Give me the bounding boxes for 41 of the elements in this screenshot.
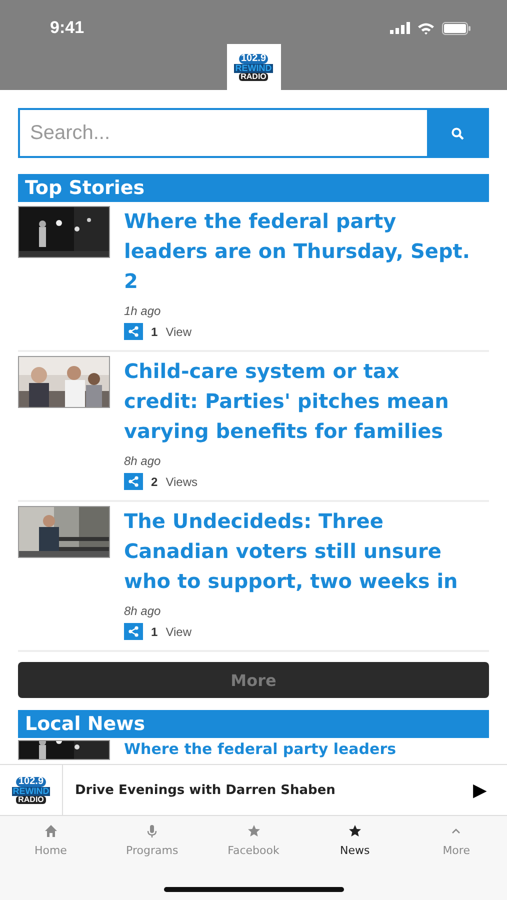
section-title: Local News: [18, 710, 489, 738]
tab-bar-item[interactable]: More: [406, 816, 507, 866]
star-icon: [246, 824, 261, 838]
views-label: View: [166, 624, 192, 638]
article-headline[interactable]: The Undecideds: Three Canadian voters still unsure who to support, two weeks in: [124, 506, 474, 596]
search-field[interactable]: Search...: [18, 108, 489, 158]
clock-time: 9:41: [50, 18, 84, 38]
share-icon: [128, 326, 139, 337]
share-button[interactable]: [124, 473, 143, 490]
views-label: View: [166, 324, 192, 338]
views-label: Views: [166, 474, 198, 488]
more-button[interactable]: More: [18, 662, 489, 698]
article-headline[interactable]: Child-care system or tax credit: Parties' pitches mean varying benefits for families: [124, 356, 474, 446]
search-icon: [450, 126, 464, 140]
microphone-icon: [145, 824, 160, 838]
tab-bar-item[interactable]: Home: [0, 816, 102, 866]
tab-bar-item[interactable]: News: [304, 816, 406, 866]
share-button[interactable]: [124, 323, 143, 340]
section-title: Top Stories: [18, 174, 489, 202]
battery-icon: [442, 22, 471, 34]
article-time: 8h ago: [124, 604, 161, 618]
view-count: 2: [151, 474, 158, 488]
article-time: 8h ago: [124, 454, 161, 468]
tab-bar-item[interactable]: Programs: [101, 816, 203, 866]
article-time: 1h ago: [124, 304, 161, 318]
wifi-icon: [417, 22, 435, 34]
view-count: 1: [151, 624, 158, 638]
station-logo: 102.9 REWIND RADIO: [226, 44, 280, 90]
play-button[interactable]: ▶: [463, 779, 507, 801]
search-button[interactable]: [427, 110, 487, 156]
article-headline[interactable]: Where the federal party leaders: [124, 740, 474, 758]
share-icon: [128, 626, 139, 637]
signal-icon: [390, 22, 410, 34]
share-icon: [128, 476, 139, 487]
share-button[interactable]: [124, 623, 143, 640]
view-count: 1: [151, 324, 158, 338]
home-icon: [44, 824, 58, 838]
article-headline[interactable]: Where the federal party leaders are on Thursday, Sept. 2: [124, 206, 474, 296]
star-icon: [348, 824, 362, 838]
now-playing-title: Drive Evenings with Darren Shaben: [74, 782, 336, 798]
tab-bar-item[interactable]: Facebook: [202, 816, 304, 866]
